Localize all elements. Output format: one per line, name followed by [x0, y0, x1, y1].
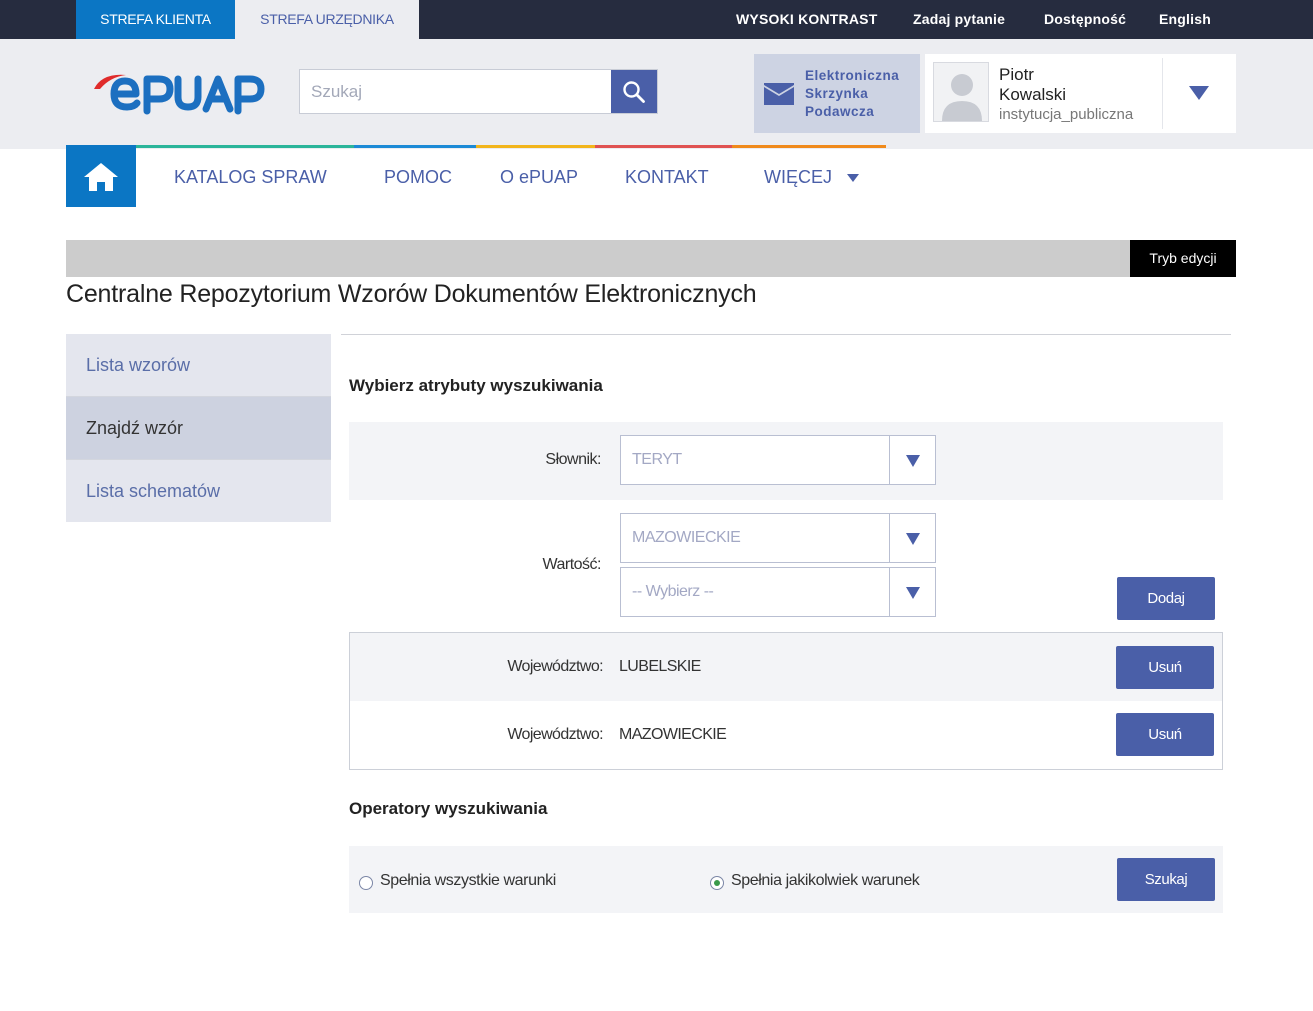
language-link[interactable]: English: [1159, 0, 1211, 39]
header: Elektroniczna Skrzynka Podawcza Piotr Ko…: [0, 39, 1313, 149]
user-last-name: Kowalski: [999, 85, 1067, 104]
value-select-secondary-value: -- Wybierz --: [632, 583, 714, 600]
add-button[interactable]: Dodaj: [1117, 577, 1215, 620]
operators-heading: Operatory wyszukiwania: [349, 799, 548, 818]
radio-all-conditions[interactable]: [359, 876, 373, 890]
page-title: Centralne Repozytorium Wzorów Dokumentów…: [66, 280, 757, 308]
nav-about[interactable]: O ePUAP: [500, 148, 578, 207]
attribute-key: Województwo:: [507, 726, 603, 743]
selected-attributes-list: Województwo: LUBELSKIE Usuń Województwo:…: [349, 632, 1223, 770]
inbox-label: Elektroniczna Skrzynka Podawcza: [805, 68, 900, 119]
search-box: [299, 69, 658, 114]
dictionary-select-arrow[interactable]: [889, 436, 935, 484]
remove-button[interactable]: Usuń: [1116, 713, 1214, 756]
inbox-button[interactable]: Elektroniczna Skrzynka Podawcza: [754, 54, 920, 133]
search-input[interactable]: [300, 70, 611, 113]
radio-any-condition-label[interactable]: Spełnia jakikolwiek warunek: [731, 872, 920, 890]
search-attributes-heading: Wybierz atrybuty wyszukiwania: [349, 376, 603, 395]
home-icon: [84, 163, 118, 191]
radio-all-conditions-label[interactable]: Spełnia wszystkie warunki: [380, 872, 556, 890]
value-select-primary-value: MAZOWIECKIE: [632, 529, 741, 546]
triangle-down-icon: [1189, 86, 1209, 100]
dictionary-select-value: TERYT: [632, 451, 682, 468]
user-role: instytucja_publiczna: [999, 106, 1134, 123]
accessibility-link[interactable]: Dostępność: [1044, 0, 1126, 39]
user-first-name: Piotr: [999, 65, 1034, 84]
search-submit-button[interactable]: Szukaj: [1117, 858, 1215, 901]
dictionary-select[interactable]: TERYT: [620, 435, 936, 485]
user-avatar-icon: [942, 74, 982, 121]
triangle-down-icon: [906, 587, 920, 599]
triangle-down-icon: [906, 455, 920, 467]
remove-button[interactable]: Usuń: [1116, 646, 1214, 689]
edit-mode-button[interactable]: Tryb edycji: [1130, 240, 1236, 277]
content-divider: [341, 334, 1231, 335]
list-item: Województwo: MAZOWIECKIE Usuń: [350, 701, 1222, 769]
search-button[interactable]: [611, 70, 657, 113]
value-select-primary[interactable]: MAZOWIECKIE: [620, 513, 936, 563]
epuap-logo[interactable]: [92, 67, 272, 117]
value-label: Wartość:: [542, 556, 601, 573]
nav-more[interactable]: WIĘCEJ: [764, 148, 832, 207]
user-card: Piotr Kowalski instytucja_publiczna: [925, 54, 1236, 133]
value-select-secondary[interactable]: -- Wybierz --: [620, 567, 936, 617]
nav-contact[interactable]: KONTAKT: [625, 148, 709, 207]
attribute-value: MAZOWIECKIE: [619, 726, 727, 743]
sidebar-item-schema-list[interactable]: Lista schematów: [66, 460, 331, 522]
search-icon: [623, 81, 645, 103]
top-bar: STREFA KLIENTA STREFA URZĘDNIKA WYSOKI K…: [0, 0, 1313, 39]
value-select-primary-arrow[interactable]: [889, 514, 935, 562]
attribute-value: LUBELSKIE: [619, 658, 701, 675]
nav-help[interactable]: POMOC: [384, 148, 452, 207]
list-item: Województwo: LUBELSKIE Usuń: [350, 633, 1222, 701]
nav-catalog[interactable]: KATALOG SPRAW: [174, 148, 327, 207]
radio-any-condition[interactable]: [710, 876, 724, 890]
value-select-secondary-arrow[interactable]: [889, 568, 935, 616]
tab-client-zone[interactable]: STREFA KLIENTA: [76, 0, 235, 39]
chevron-down-icon[interactable]: [847, 174, 859, 182]
dictionary-label: Słownik:: [545, 451, 601, 468]
sidebar-item-find-template[interactable]: Znajdź wzór: [66, 397, 331, 460]
tab-official-zone[interactable]: STREFA URZĘDNIKA: [235, 0, 419, 39]
envelope-icon: [764, 83, 794, 105]
ask-question-link[interactable]: Zadaj pytanie: [913, 0, 1005, 39]
high-contrast-link[interactable]: WYSOKI KONTRAST: [736, 0, 877, 39]
user-menu-toggle[interactable]: [1163, 54, 1236, 133]
banner-bar: [66, 240, 1236, 277]
home-button[interactable]: [66, 145, 136, 207]
sidebar-item-template-list[interactable]: Lista wzorów: [66, 334, 331, 397]
avatar: [933, 62, 989, 122]
attribute-key: Województwo:: [507, 658, 603, 675]
triangle-down-icon: [906, 533, 920, 545]
